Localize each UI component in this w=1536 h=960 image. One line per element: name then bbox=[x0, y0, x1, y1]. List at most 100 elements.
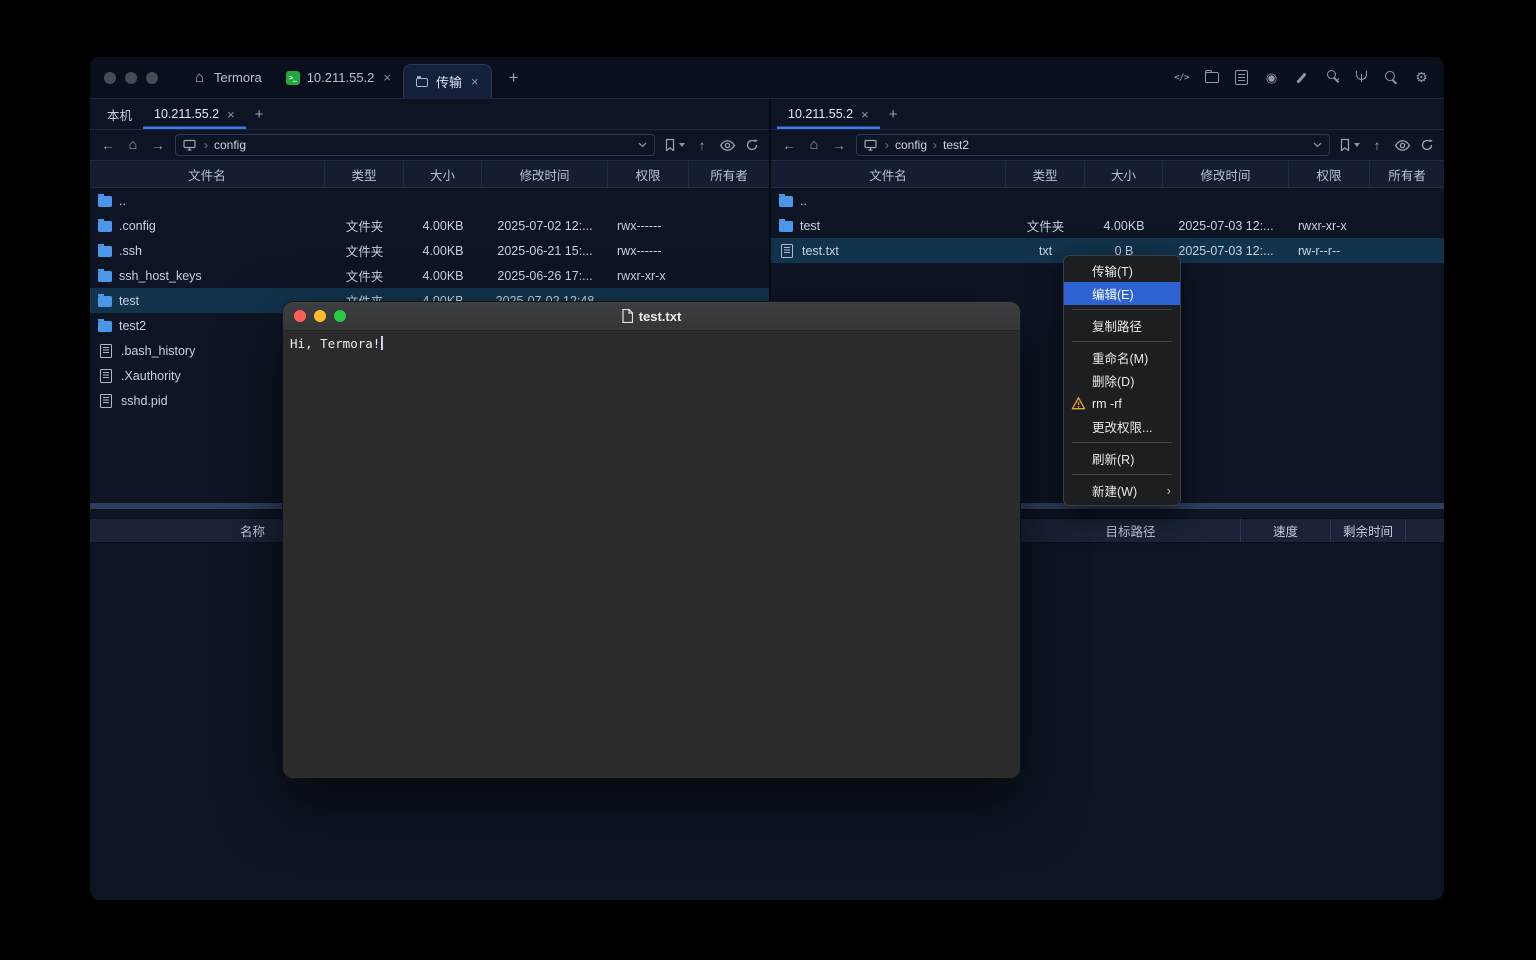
refresh-icon bbox=[745, 138, 759, 152]
record-icon[interactable] bbox=[1263, 69, 1280, 86]
key-icon[interactable] bbox=[1323, 69, 1340, 86]
titlebar-tab[interactable]: 10.211.55.2 bbox=[274, 57, 403, 98]
context-menu-item[interactable]: 新建(W) bbox=[1064, 479, 1180, 502]
file-row[interactable]: ssh_host_keys 文件夹 4.00KB 2025-06-26 17:.… bbox=[90, 263, 769, 288]
close-tab-icon[interactable] bbox=[383, 71, 391, 84]
column-header[interactable]: 所有者 bbox=[1370, 161, 1444, 187]
column-header[interactable]: 文件名 bbox=[771, 161, 1006, 187]
column-header[interactable]: 修改时间 bbox=[482, 161, 608, 187]
path-segment[interactable]: config bbox=[198, 138, 246, 152]
minimize-window-button[interactable] bbox=[125, 72, 137, 84]
context-menu-item[interactable]: rm -rf bbox=[1064, 392, 1180, 415]
bookmark-button[interactable] bbox=[664, 138, 685, 152]
context-menu-item[interactable] bbox=[1072, 442, 1172, 443]
refresh-button[interactable] bbox=[745, 138, 759, 152]
editor-titlebar: test.txt bbox=[283, 302, 1020, 331]
new-tab-button[interactable] bbox=[504, 68, 524, 88]
warning-icon bbox=[1071, 396, 1086, 411]
log-icon[interactable] bbox=[1233, 69, 1250, 86]
file-type-icon bbox=[98, 296, 112, 307]
file-row[interactable]: test 文件夹 4.00KB 2025-07-03 12:... rwxr-x… bbox=[771, 213, 1444, 238]
close-window-button[interactable] bbox=[294, 310, 306, 322]
zoom-window-button[interactable] bbox=[146, 72, 158, 84]
context-menu-item[interactable] bbox=[1072, 309, 1172, 310]
context-menu-item[interactable]: 编辑(E) bbox=[1064, 282, 1180, 305]
menu-item-label: 刷新(R) bbox=[1092, 449, 1134, 468]
pane-tab[interactable]: 10.211.55.2 bbox=[777, 99, 880, 129]
settings-icon[interactable] bbox=[1413, 69, 1430, 86]
pane-tab[interactable]: 10.211.55.2 bbox=[143, 99, 246, 129]
search-icon[interactable] bbox=[1383, 69, 1400, 86]
column-header[interactable]: 所有者 bbox=[689, 161, 769, 187]
refresh-button[interactable] bbox=[1420, 138, 1434, 152]
file-row[interactable]: .ssh 文件夹 4.00KB 2025-06-21 15:... rwx---… bbox=[90, 238, 769, 263]
pane-new-tab-button[interactable] bbox=[246, 106, 273, 123]
context-menu-item[interactable]: 刷新(R) bbox=[1064, 447, 1180, 470]
context-menu-item[interactable]: 复制路径 bbox=[1064, 314, 1180, 337]
column-header[interactable]: 修改时间 bbox=[1163, 161, 1289, 187]
file-size: 4.00KB bbox=[1085, 219, 1163, 233]
transfer-col-time[interactable]: 剩余时间 bbox=[1331, 519, 1406, 542]
column-header[interactable]: 大小 bbox=[404, 161, 482, 187]
editor-window: test.txt Hi, Termora! bbox=[283, 302, 1020, 778]
file-name: test bbox=[800, 219, 820, 233]
minimize-window-button[interactable] bbox=[314, 310, 326, 322]
context-menu-item[interactable]: 传输(T) bbox=[1064, 259, 1180, 282]
transfer-col-speed[interactable]: 速度 bbox=[1241, 519, 1331, 542]
editor-content[interactable]: Hi, Termora! bbox=[283, 331, 1020, 356]
forward-button[interactable] bbox=[831, 138, 847, 153]
bookmark-button[interactable] bbox=[1339, 138, 1360, 152]
chevron-down-icon[interactable] bbox=[638, 142, 647, 148]
forward-button[interactable] bbox=[150, 138, 166, 153]
pane-new-tab-button[interactable] bbox=[880, 106, 907, 123]
file-row[interactable]: .config 文件夹 4.00KB 2025-07-02 12:... rwx… bbox=[90, 213, 769, 238]
column-header[interactable]: 类型 bbox=[1006, 161, 1085, 187]
context-menu-item[interactable]: 更改权限... bbox=[1064, 415, 1180, 438]
upload-button[interactable] bbox=[694, 138, 710, 153]
home-button[interactable] bbox=[806, 137, 822, 153]
computer-icon bbox=[183, 139, 196, 151]
folder-icon[interactable] bbox=[1203, 69, 1220, 86]
computer-icon bbox=[864, 139, 877, 151]
show-hidden-files-toggle[interactable] bbox=[719, 139, 736, 152]
branch-icon[interactable] bbox=[1353, 69, 1370, 86]
upload-button[interactable] bbox=[1369, 138, 1385, 153]
path-segment[interactable]: config bbox=[879, 138, 927, 152]
context-menu-item[interactable]: 重命名(M) bbox=[1064, 346, 1180, 369]
edit-icon[interactable] bbox=[1293, 69, 1310, 86]
show-hidden-files-toggle[interactable] bbox=[1394, 139, 1411, 152]
context-menu-item[interactable]: 删除(D) bbox=[1064, 369, 1180, 392]
file-row[interactable]: .. bbox=[90, 188, 769, 213]
home-button[interactable] bbox=[125, 137, 141, 153]
refresh-icon bbox=[1420, 138, 1434, 152]
zoom-window-button[interactable] bbox=[334, 310, 346, 322]
path-breadcrumb[interactable]: config bbox=[175, 134, 655, 156]
close-tab-icon[interactable] bbox=[861, 108, 869, 121]
context-menu-item[interactable] bbox=[1072, 341, 1172, 342]
column-header[interactable]: 大小 bbox=[1085, 161, 1163, 187]
close-window-button[interactable] bbox=[104, 72, 116, 84]
left-pane-toolbar: config bbox=[90, 130, 769, 160]
path-segment[interactable]: test2 bbox=[927, 138, 969, 152]
titlebar-tab[interactable]: 传输 bbox=[403, 64, 492, 98]
close-tab-icon[interactable] bbox=[227, 108, 235, 121]
back-button[interactable] bbox=[781, 138, 797, 153]
column-header[interactable]: 类型 bbox=[325, 161, 404, 187]
pane-tab[interactable]: 本机 bbox=[96, 99, 143, 129]
context-menu-item[interactable] bbox=[1072, 474, 1172, 475]
back-button[interactable] bbox=[100, 138, 116, 153]
close-tab-icon[interactable] bbox=[471, 75, 479, 88]
text-cursor bbox=[381, 336, 383, 350]
file-kind: 文件夹 bbox=[325, 241, 404, 260]
transfer-col-target[interactable]: 目标路径 bbox=[1021, 519, 1241, 542]
file-row[interactable]: .. bbox=[771, 188, 1444, 213]
titlebar-tabs: Termora 10.211.55.2 传输 bbox=[180, 57, 492, 98]
menu-item-label: 编辑(E) bbox=[1092, 284, 1134, 303]
chevron-down-icon[interactable] bbox=[1313, 142, 1322, 148]
column-header[interactable]: 权限 bbox=[608, 161, 689, 187]
column-header[interactable]: 权限 bbox=[1289, 161, 1370, 187]
column-header[interactable]: 文件名 bbox=[90, 161, 325, 187]
titlebar-tab[interactable]: Termora bbox=[180, 57, 274, 98]
code-icon[interactable] bbox=[1173, 69, 1190, 86]
path-breadcrumb[interactable]: configtest2 bbox=[856, 134, 1330, 156]
